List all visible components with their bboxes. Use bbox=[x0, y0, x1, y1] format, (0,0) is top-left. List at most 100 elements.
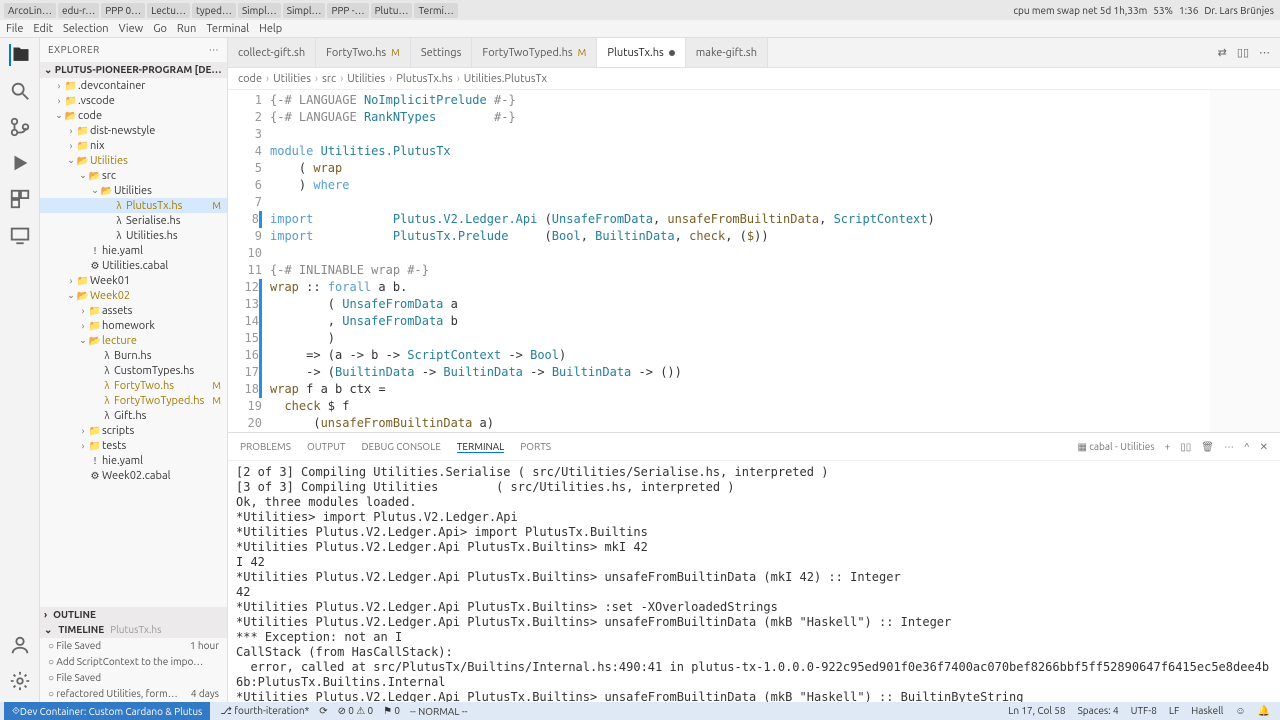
account-icon[interactable] bbox=[9, 634, 31, 656]
editor-tab[interactable]: FortyTwo.hsM bbox=[316, 38, 411, 67]
tree-item[interactable]: λ FortyTwoTyped.hsM bbox=[40, 393, 227, 408]
editor-tab[interactable]: collect-gift.sh bbox=[228, 38, 316, 67]
tree-item[interactable]: ⌄📂 Utilities bbox=[40, 183, 227, 198]
new-terminal-icon[interactable]: + bbox=[1165, 441, 1171, 452]
menu-file[interactable]: File bbox=[6, 23, 23, 35]
more-icon[interactable]: ⋯ bbox=[209, 44, 219, 56]
search-icon[interactable] bbox=[9, 80, 31, 102]
tree-item[interactable]: ⌄📂 lecture bbox=[40, 333, 227, 348]
timeline-item[interactable]: ○ Add ScriptContext to the impo… bbox=[40, 654, 227, 670]
eol[interactable]: LF bbox=[1169, 705, 1179, 717]
breadcrumb-segment[interactable]: code bbox=[238, 73, 262, 85]
timeline-item[interactable]: ○ File Saved bbox=[40, 670, 227, 686]
kill-terminal-icon[interactable]: 🗑 bbox=[1201, 441, 1214, 453]
tree-item[interactable]: ! hie.yaml bbox=[40, 453, 227, 468]
outline-section[interactable]: › OUTLINE bbox=[40, 607, 227, 622]
os-window-tab[interactable]: Lectu… bbox=[147, 3, 190, 18]
panel-tab-terminal[interactable]: TERMINAL bbox=[457, 441, 504, 453]
code-editor[interactable]: 12345678910111213141516171819202122 {-# … bbox=[228, 90, 1280, 432]
split-terminal-icon[interactable]: ▯▯ bbox=[1180, 441, 1191, 453]
language-mode[interactable]: Haskell bbox=[1191, 705, 1223, 717]
tree-item[interactable]: ›📁 Week01 bbox=[40, 273, 227, 288]
remote-explorer-icon[interactable] bbox=[9, 224, 31, 246]
timeline-item[interactable]: ○ File Saved1 hour bbox=[40, 638, 227, 654]
explorer-icon[interactable] bbox=[9, 44, 31, 66]
tree-item[interactable]: ›📁 .vscode bbox=[40, 93, 227, 108]
source-control-icon[interactable] bbox=[9, 116, 31, 138]
close-panel-icon[interactable]: ✕ bbox=[1260, 441, 1268, 453]
editor-tab[interactable]: Settings bbox=[411, 38, 473, 67]
os-window-tab[interactable]: edu-r… bbox=[58, 3, 99, 18]
editor-tab[interactable]: make-gift.sh bbox=[686, 38, 768, 67]
more-icon[interactable]: ⋯ bbox=[1224, 441, 1234, 453]
git-branch[interactable]: ⎇ fourth-iteration* bbox=[220, 705, 309, 717]
tree-item[interactable]: λ CustomTypes.hs bbox=[40, 363, 227, 378]
tree-item[interactable]: ⌄📂 Week02 bbox=[40, 288, 227, 303]
run-debug-icon[interactable] bbox=[9, 152, 31, 174]
os-window-tab[interactable]: typed… bbox=[192, 3, 236, 18]
timeline-item[interactable]: ○ refactored Utilities, form…4 days bbox=[40, 686, 227, 702]
breadcrumb-segment[interactable]: Utilities.PlutusTx bbox=[464, 73, 547, 85]
breadcrumb-segment[interactable]: Utilities bbox=[273, 73, 311, 85]
remote-indicator[interactable]: ⟐ Dev Container: Custom Cardano & Plutus bbox=[4, 702, 210, 720]
menu-edit[interactable]: Edit bbox=[33, 23, 53, 35]
os-window-tab[interactable]: Simpl… bbox=[238, 3, 281, 18]
tree-item[interactable]: ›📁 assets bbox=[40, 303, 227, 318]
os-window-tab[interactable]: Simpl… bbox=[283, 3, 326, 18]
tree-item[interactable]: ›📁 scripts bbox=[40, 423, 227, 438]
timeline-section[interactable]: ⌄ TIMELINE PlutusTx.hs bbox=[40, 622, 227, 638]
menu-run[interactable]: Run bbox=[177, 23, 196, 35]
sync-icon[interactable]: ⟳ bbox=[319, 705, 327, 717]
os-window-tab[interactable]: PPP -… bbox=[327, 3, 368, 18]
more-actions-icon[interactable]: ⋯ bbox=[1259, 46, 1270, 59]
app-menubar[interactable]: File Edit Selection View Go Run Terminal Help bbox=[0, 20, 1280, 38]
notifications-icon[interactable]: 🔔 bbox=[1258, 705, 1270, 717]
problems-indicator[interactable]: ⊘ 0 ⚠ 0 bbox=[338, 705, 374, 717]
os-window-tab[interactable]: Termi… bbox=[414, 3, 457, 18]
breadcrumb-segment[interactable]: PlutusTx.hs bbox=[396, 73, 452, 85]
tree-item[interactable]: ›📁 homework bbox=[40, 318, 227, 333]
tree-item[interactable]: λ Utilities.hs bbox=[40, 228, 227, 243]
os-window-tab[interactable]: PPP 0… bbox=[101, 3, 145, 18]
cursor-position[interactable]: Ln 17, Col 58 bbox=[1008, 705, 1065, 717]
panel-tab-output[interactable]: OUTPUT bbox=[307, 441, 346, 452]
workspace-folder[interactable]: ⌄ PLUTUS-PIONEER-PROGRAM [DEV CONTA… bbox=[40, 62, 227, 78]
menu-view[interactable]: View bbox=[119, 23, 144, 35]
menu-selection[interactable]: Selection bbox=[63, 23, 109, 35]
panel-tab-ports[interactable]: PORTS bbox=[520, 441, 551, 452]
tree-item[interactable]: ›📁 nix bbox=[40, 138, 227, 153]
tree-item[interactable]: λ Gift.hs bbox=[40, 408, 227, 423]
tree-item[interactable]: ! hie.yaml bbox=[40, 243, 227, 258]
tree-item[interactable]: ›📁 .devcontainer bbox=[40, 78, 227, 93]
split-editor-icon[interactable]: ▯▯ bbox=[1237, 46, 1249, 59]
menu-help[interactable]: Help bbox=[259, 23, 282, 35]
menu-go[interactable]: Go bbox=[153, 23, 167, 35]
terminal-task-label[interactable]: ▦ cabal - Utilities bbox=[1078, 441, 1155, 453]
tree-item[interactable]: λ Serialise.hs bbox=[40, 213, 227, 228]
tree-item[interactable]: λ Burn.hs bbox=[40, 348, 227, 363]
menu-terminal[interactable]: Terminal bbox=[206, 23, 249, 35]
minimap[interactable] bbox=[1210, 90, 1280, 432]
maximize-panel-icon[interactable]: ^ bbox=[1244, 441, 1250, 452]
breadcrumb[interactable]: code›Utilities›src›Utilities›PlutusTx.hs… bbox=[228, 68, 1280, 90]
tree-item[interactable]: ⌄📂 code bbox=[40, 108, 227, 123]
os-window-tab[interactable]: Plutu… bbox=[371, 3, 413, 18]
panel-tab-problems[interactable]: PROBLEMS bbox=[240, 441, 291, 452]
tree-item[interactable]: ⌄📂 src bbox=[40, 168, 227, 183]
tree-item[interactable]: ⌄📂 Utilities bbox=[40, 153, 227, 168]
tree-item[interactable]: ›📁 dist-newstyle bbox=[40, 123, 227, 138]
hints-indicator[interactable]: ⚑ 0 bbox=[383, 705, 400, 717]
editor-tab[interactable]: PlutusTx.hs bbox=[597, 38, 685, 67]
editor-tab[interactable]: FortyTwoTyped.hsM bbox=[472, 38, 597, 67]
tree-item[interactable]: ⚙ Week02.cabal bbox=[40, 468, 227, 483]
gear-icon[interactable] bbox=[9, 670, 31, 692]
compare-changes-icon[interactable]: ⇄ bbox=[1218, 46, 1227, 59]
encoding[interactable]: UTF-8 bbox=[1131, 705, 1157, 717]
tree-item[interactable]: ⚙ Utilities.cabal bbox=[40, 258, 227, 273]
tree-item[interactable]: λ PlutusTx.hsM bbox=[40, 198, 227, 213]
breadcrumb-segment[interactable]: src bbox=[322, 73, 336, 85]
panel-tab-debug-console[interactable]: DEBUG CONSOLE bbox=[361, 441, 440, 452]
tree-item[interactable]: λ FortyTwo.hsM bbox=[40, 378, 227, 393]
tree-item[interactable]: ›📁 tests bbox=[40, 438, 227, 453]
indentation[interactable]: Spaces: 4 bbox=[1078, 705, 1119, 717]
